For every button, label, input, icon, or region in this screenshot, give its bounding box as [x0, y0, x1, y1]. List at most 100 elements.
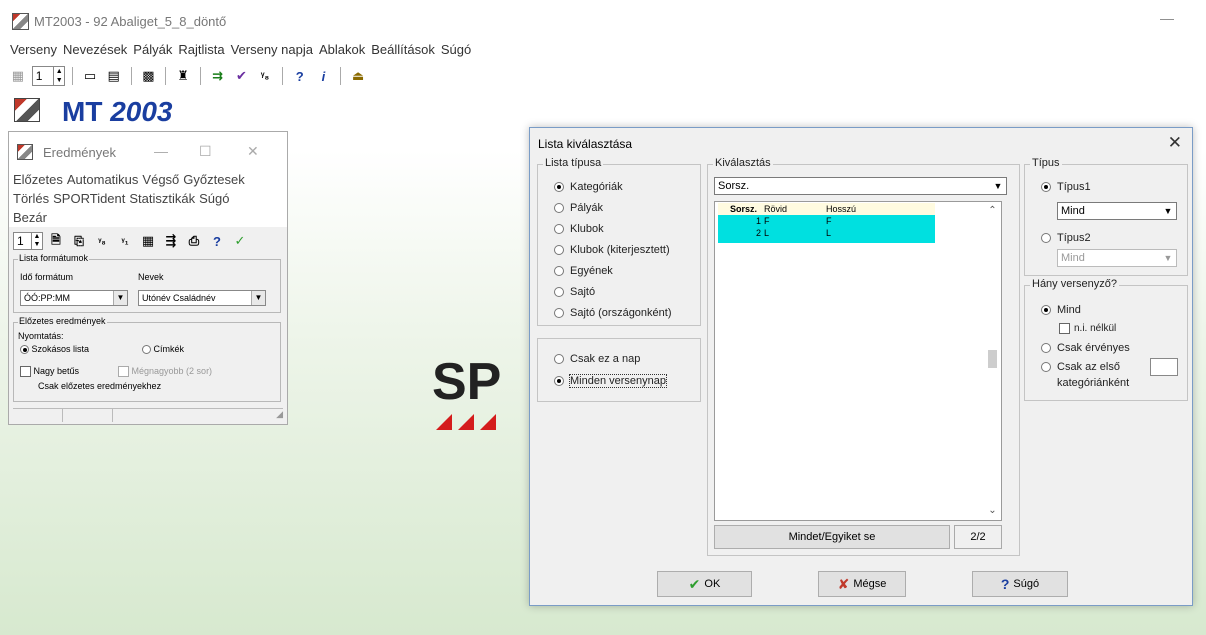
mind-radio[interactable]: Mind [1041, 304, 1081, 316]
csak-az-elso-radio[interactable]: Csak az első [1041, 361, 1120, 373]
map-icon[interactable]: ▩ [139, 66, 159, 86]
csak-ez-a-nap-radio[interactable]: Csak ez a nap [554, 353, 640, 365]
chevron-down-icon[interactable]: ▼ [1160, 203, 1176, 219]
menu-ablakok[interactable]: Ablakok [316, 42, 368, 57]
list-item[interactable]: 2 L L [718, 227, 935, 243]
toolbar-divider [72, 67, 74, 85]
spinner-arrows-icon[interactable]: ▲ ▼ [53, 67, 64, 85]
ido-formatum-select[interactable]: ÓÓ:PP:MM ▼ [20, 290, 128, 306]
nagy-betus-checkbox[interactable]: Nagy betűs [20, 366, 79, 378]
ni-nelkul-checkbox[interactable]: n.i. nélkül [1059, 323, 1116, 334]
list-item[interactable]: 1 F F [718, 215, 935, 227]
card-icon[interactable]: ▭ [80, 66, 100, 86]
close-icon[interactable]: ✕ [247, 143, 259, 160]
menu-automatikus[interactable]: Automatikus [65, 172, 141, 187]
csak-elozetes-label: Csak előzetes eredményekhez [38, 381, 162, 391]
menu-gyoztesek[interactable]: Győztesek [181, 172, 246, 187]
toolbar: ▦ 1 ▲ ▼ ▭ ▤ ▩ ♜ ⇉ ✔ ᵞ₈ ? i ⏏ [8, 64, 368, 88]
minimize-icon[interactable]: — [154, 143, 168, 159]
category-listbox[interactable]: Sorsz. Rövid Hosszú 1 F F 2 L L ⌃ ⌄ [714, 201, 1002, 521]
close-icon[interactable]: ✕ [1168, 133, 1182, 153]
document-icon[interactable]: 🗎 [46, 231, 66, 251]
scrollbar[interactable]: ⌃ ⌄ [984, 202, 1001, 520]
spinner-arrows-icon[interactable]: ▲ ▼ [31, 233, 42, 249]
sort-icon[interactable]: ᵞ₈ [255, 66, 275, 86]
menu-bezar[interactable]: Bezár [11, 210, 49, 225]
menu-palyak[interactable]: Pályák [130, 42, 175, 57]
menu-vegso[interactable]: Végső [140, 172, 181, 187]
check-icon[interactable]: ✓ [230, 231, 250, 251]
lista-sajto-radio[interactable]: Sajtó [554, 286, 595, 298]
menu-verseny-napja[interactable]: Verseny napja [228, 42, 316, 57]
lista-klubok-kiterjesztett-radio[interactable]: Klubok (kiterjesztett) [554, 244, 670, 256]
export-icon[interactable]: ⇶ [161, 231, 181, 251]
lista-kategoriak-radio[interactable]: Kategóriák [554, 181, 623, 193]
menu-sugo[interactable]: Súgó [197, 191, 231, 206]
nevek-select[interactable]: Utónév Családnév ▼ [138, 290, 266, 306]
sort-icon[interactable]: ᵞ₈ [92, 231, 112, 251]
chevron-down-icon[interactable]: ⌄ [984, 505, 1001, 516]
minden-versenynap-radio[interactable]: Minden versenynap [554, 374, 668, 388]
menu-verseny[interactable]: Verseny [0, 42, 60, 57]
lista-egyenek-radio[interactable]: Egyének [554, 265, 613, 277]
chevron-down-icon[interactable]: ▼ [113, 291, 127, 305]
tipus2-radio[interactable]: Típus2 [1041, 232, 1091, 244]
szokasos-lista-radio[interactable]: Szokásos lista [20, 344, 89, 355]
ok-button[interactable]: ✔ OK [657, 571, 752, 597]
cancel-button[interactable]: ✘ Mégse [818, 571, 906, 597]
sort-select[interactable]: Sorsz. ▼ [714, 177, 1007, 195]
menu-beallitasok[interactable]: Beállítások [368, 42, 438, 57]
sort-first-icon[interactable]: ᵞ₁ [115, 231, 135, 251]
elozetes-eredmenyek-group: Előzetes eredmények Nyomtatás: Szokásos … [13, 316, 281, 402]
list-icon[interactable]: ▤ [104, 66, 124, 86]
tipus1-radio[interactable]: Típus1 [1041, 181, 1091, 193]
info-icon[interactable]: i [314, 66, 334, 86]
question-icon: ? [1000, 576, 1010, 592]
eredmenyek-spinner[interactable]: 1 ▲ ▼ [13, 232, 43, 250]
menu-nevezesek[interactable]: Nevezések [60, 42, 130, 57]
help-icon[interactable]: ? [290, 66, 310, 86]
scrollbar-thumb[interactable] [988, 350, 997, 368]
help-button[interactable]: ? Súgó [972, 571, 1068, 597]
check-icon[interactable]: ✔ [232, 66, 252, 86]
cimkek-radio[interactable]: Címkék [142, 344, 184, 355]
minimize-button[interactable]: — [1160, 10, 1174, 26]
list-header: Sorsz. Rövid Hosszú [718, 203, 935, 215]
chevron-up-icon[interactable]: ⌃ [984, 205, 1001, 216]
tipus2-select: Mind ▼ [1057, 249, 1177, 267]
lista-sajto-orszagonkent-radio[interactable]: Sajtó (országonként) [554, 307, 672, 319]
maximize-icon[interactable]: ☐ [199, 143, 212, 160]
start-icon[interactable]: ⇉ [208, 66, 228, 86]
tipus1-select[interactable]: Mind ▼ [1057, 202, 1177, 220]
menu-statisztikak[interactable]: Statisztikák [127, 191, 197, 206]
first-n-input[interactable] [1150, 358, 1178, 376]
podium-icon[interactable]: ♜ [173, 66, 193, 86]
calendar-icon[interactable]: ▦ [138, 231, 158, 251]
chevron-down-icon[interactable]: ▼ [251, 291, 265, 305]
print-icon[interactable]: ⎙ [184, 231, 204, 251]
lista-klubok-radio[interactable]: Klubok [554, 223, 604, 235]
menu-sportident[interactable]: SPORTident [51, 191, 127, 206]
lista-palyak-radio[interactable]: Pályák [554, 202, 603, 214]
sport-logo-marks [436, 414, 496, 430]
kategoriankent-label: kategóriánként [1057, 377, 1130, 389]
chevron-down-icon: ▼ [1160, 250, 1176, 266]
exit-icon[interactable]: ⏏ [348, 66, 368, 86]
menu-bar: Verseny Nevezések Pályák Rajtlista Verseny n… [0, 42, 1206, 62]
resize-grip-icon[interactable]: ◢ [276, 409, 283, 422]
day-spinner[interactable]: 1 ▲ ▼ [31, 66, 66, 86]
eredmenyek-toolbar: 1 ▲ ▼ 🗎 ⎘ ᵞ₈ ᵞ₁ ▦ ⇶ ⎙ ? ✓ [9, 229, 287, 253]
menu-elozetes[interactable]: Előzetes [11, 172, 65, 187]
chevron-down-icon[interactable]: ▼ [990, 178, 1006, 194]
help-icon[interactable]: ? [207, 231, 227, 251]
nyomtatas-label: Nyomtatás: [18, 331, 64, 341]
menu-torles[interactable]: Törlés [11, 191, 51, 206]
copy-icon[interactable]: ⎘ [69, 231, 89, 251]
grid-icon[interactable]: ▦ [8, 66, 28, 86]
toolbar-divider [130, 67, 132, 85]
mindet-egyiket-se-button[interactable]: Mindet/Egyiket se [714, 525, 950, 549]
csak-ervenyes-radio[interactable]: Csak érvényes [1041, 342, 1130, 354]
menu-rajtlista[interactable]: Rajtlista [175, 42, 227, 57]
eredmenyek-title-bar: Eredmények — ☐ ✕ [9, 132, 287, 170]
menu-sugo[interactable]: Súgó [438, 42, 474, 57]
